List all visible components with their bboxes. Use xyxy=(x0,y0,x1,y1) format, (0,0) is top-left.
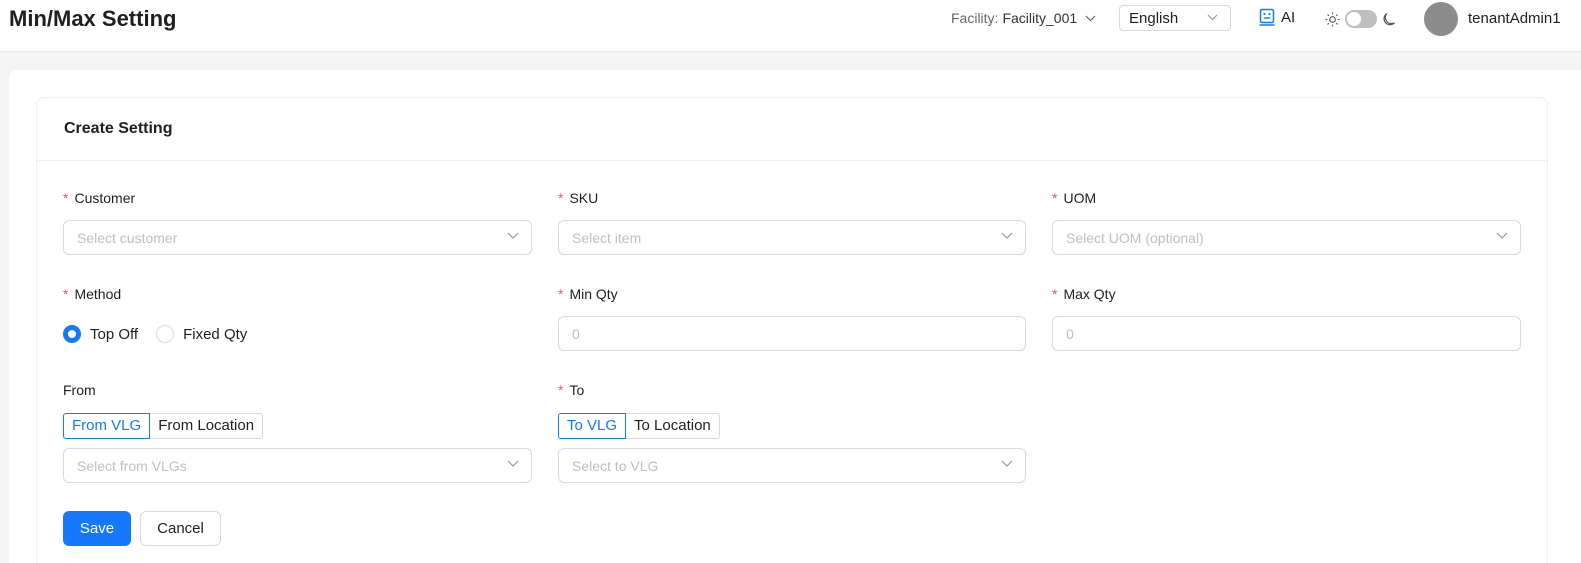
uom-label: * UOM xyxy=(1052,190,1097,206)
sun-icon xyxy=(1325,11,1340,27)
min-qty-placeholder: 0 xyxy=(572,326,580,342)
chevron-down-icon xyxy=(507,232,519,239)
min-qty-label: * Min Qty xyxy=(558,286,618,302)
sku-select[interactable]: Select item xyxy=(558,220,1026,255)
page-title: Min/Max Setting xyxy=(9,6,177,31)
from-vlg-select[interactable]: Select from VLGs xyxy=(63,448,532,483)
max-qty-placeholder: 0 xyxy=(1066,326,1074,342)
uom-placeholder: Select UOM (optional) xyxy=(1066,230,1204,246)
from-location-option[interactable]: From Location xyxy=(150,413,264,439)
sku-label: * SKU xyxy=(558,190,599,206)
to-segmented-control: To VLG To Location xyxy=(558,413,720,439)
to-label: * To xyxy=(558,382,585,398)
moon-icon xyxy=(1383,12,1395,25)
to-vlg-option[interactable]: To VLG xyxy=(558,413,627,439)
facility-label: Facility: xyxy=(951,10,999,26)
chevron-down-icon xyxy=(507,460,519,467)
max-qty-input[interactable]: 0 xyxy=(1052,316,1521,351)
min-qty-input[interactable]: 0 xyxy=(558,316,1026,351)
required-mark: * xyxy=(558,286,564,302)
from-segmented-control: From VLG From Location xyxy=(63,413,264,439)
card-title: Create Setting xyxy=(64,120,173,137)
ai-button[interactable]: AI xyxy=(1259,8,1295,26)
customer-placeholder: Select customer xyxy=(77,230,178,246)
chevron-down-icon xyxy=(1496,232,1508,239)
chevron-down-icon xyxy=(1001,232,1013,239)
save-button[interactable]: Save xyxy=(63,511,131,546)
method-radio-fixed-qty[interactable]: Fixed Qty xyxy=(156,325,247,343)
to-vlg-placeholder: Select to VLG xyxy=(572,458,659,474)
required-mark: * xyxy=(1052,190,1058,206)
cancel-button[interactable]: Cancel xyxy=(140,511,221,546)
sku-placeholder: Select item xyxy=(572,230,642,246)
from-label: From xyxy=(63,382,96,398)
required-mark: * xyxy=(558,190,564,206)
radio-unchecked-icon xyxy=(156,325,175,343)
from-vlg-option[interactable]: From VLG xyxy=(63,413,151,439)
required-mark: * xyxy=(63,286,69,302)
required-mark: * xyxy=(558,382,564,398)
facility-value: Facility_001 xyxy=(1002,10,1078,26)
language-value: English xyxy=(1129,9,1179,27)
max-qty-label: * Max Qty xyxy=(1052,286,1116,302)
method-radio-group: Top Off Fixed Qty xyxy=(63,325,265,343)
radio-checked-icon xyxy=(63,325,81,343)
theme-switch-group xyxy=(1325,10,1396,28)
ai-label: AI xyxy=(1281,8,1296,26)
uom-select[interactable]: Select UOM (optional) xyxy=(1052,220,1521,255)
avatar[interactable] xyxy=(1424,2,1458,36)
theme-toggle[interactable] xyxy=(1345,10,1377,28)
customer-label: * Customer xyxy=(63,190,136,206)
from-vlg-placeholder: Select from VLGs xyxy=(77,458,187,474)
required-mark: * xyxy=(1052,286,1058,302)
top-bar: Min/Max Setting Facility: Facility_001 E… xyxy=(0,0,1581,52)
username[interactable]: tenantAdmin1 xyxy=(1468,10,1561,27)
chevron-down-icon xyxy=(1207,14,1218,21)
required-mark: * xyxy=(63,190,69,206)
method-label: * Method xyxy=(63,286,122,302)
method-radio-top-off[interactable]: Top Off xyxy=(63,325,138,343)
robot-icon xyxy=(1259,8,1275,26)
language-select[interactable]: English xyxy=(1119,5,1231,31)
to-vlg-select[interactable]: Select to VLG xyxy=(558,448,1026,483)
to-location-option[interactable]: To Location xyxy=(626,413,720,439)
customer-select[interactable]: Select customer xyxy=(63,220,532,255)
chevron-down-icon xyxy=(1001,460,1013,467)
chevron-down-icon xyxy=(1085,15,1096,21)
card-header: Create Setting xyxy=(37,98,1547,161)
facility-selector[interactable]: Facility: Facility_001 xyxy=(951,10,1096,26)
